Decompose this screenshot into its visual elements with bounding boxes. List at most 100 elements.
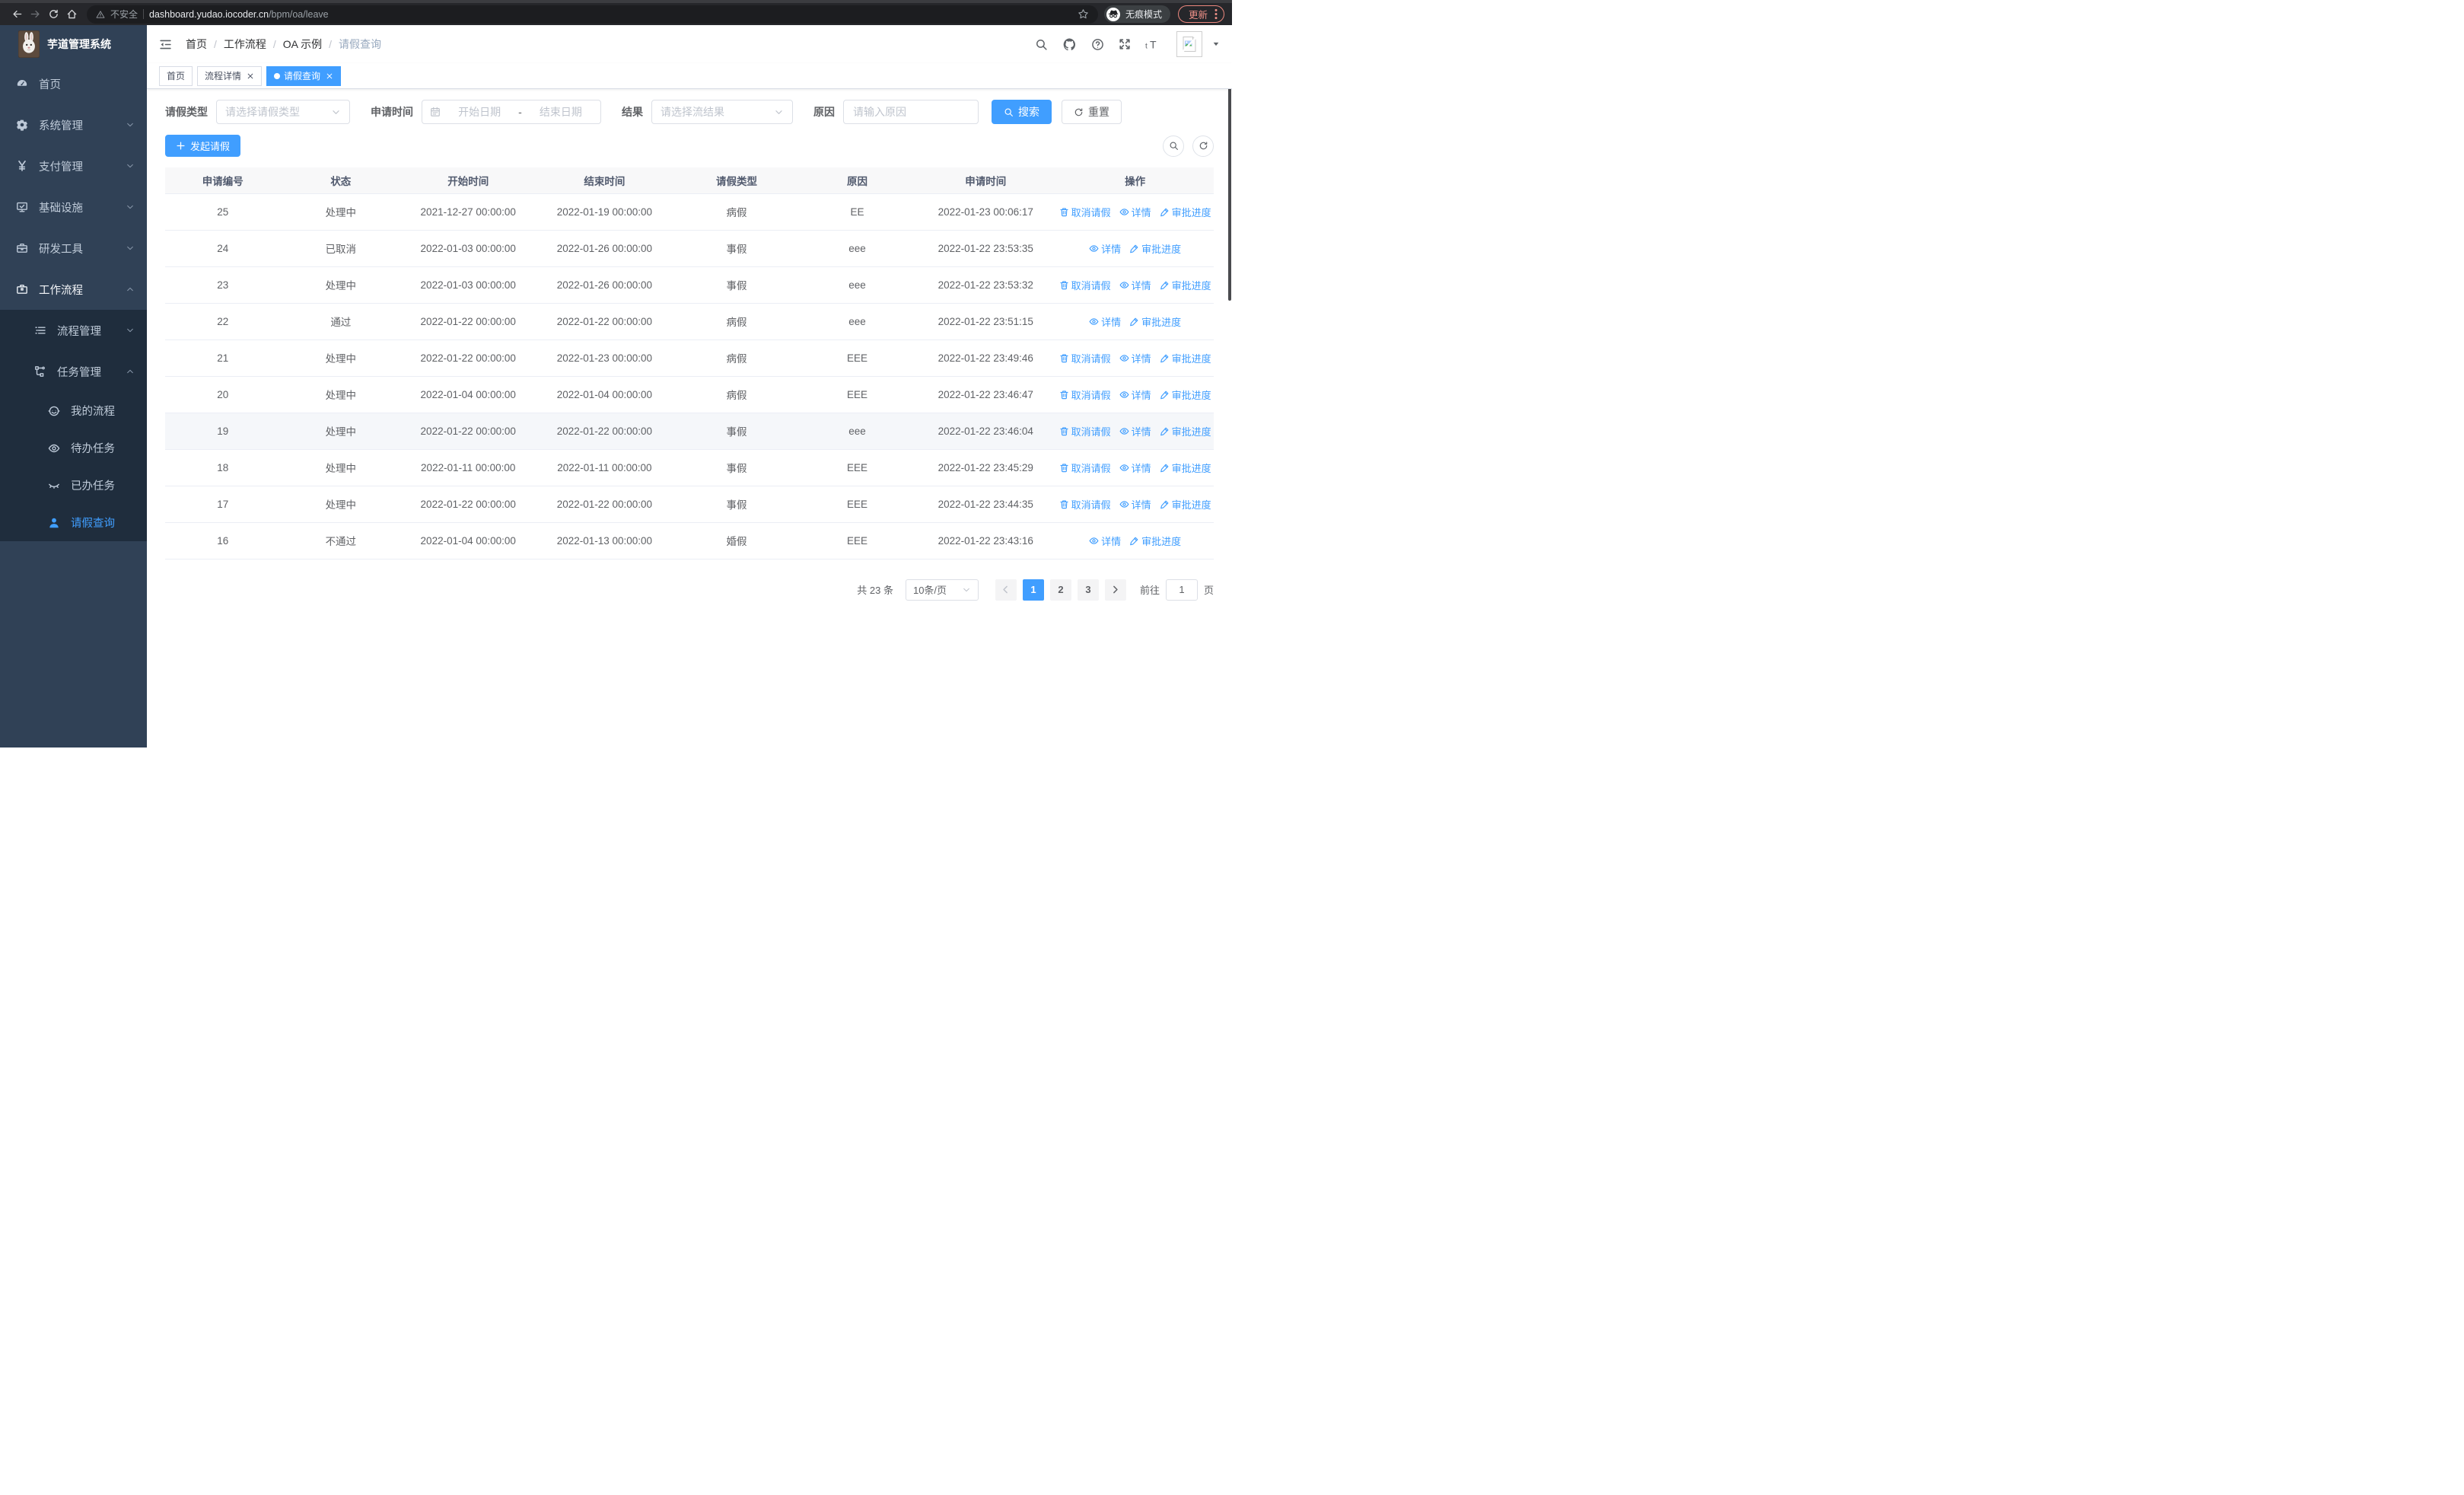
cancel-leave-link[interactable]: 取消请假 — [1059, 461, 1111, 475]
table-row: 25 处理中 2021-12-27 00:00:00 2022-01-19 00:00… — [165, 193, 1214, 231]
detail-link[interactable]: 详情 — [1119, 278, 1151, 292]
goto-suffix: 页 — [1203, 585, 1214, 596]
sidebar-item-流程管理[interactable]: 流程管理 — [0, 310, 147, 351]
toolbox-icon — [15, 242, 29, 254]
detail-link[interactable]: 详情 — [1119, 387, 1151, 402]
result-select[interactable]: 请选择流结果 — [651, 100, 793, 124]
bookmark-star-icon[interactable] — [1078, 8, 1089, 20]
approval-progress-link[interactable]: 审批进度 — [1129, 534, 1181, 548]
sidebar-collapse-icon[interactable] — [159, 38, 172, 51]
browser-menu-icon[interactable] — [1214, 8, 1218, 20]
breadcrumb-item[interactable]: 首页 — [186, 37, 207, 52]
sidebar-item-工作流程[interactable]: 工作流程 — [0, 269, 147, 310]
page-button-1[interactable]: 1 — [1022, 579, 1044, 601]
table-cell: 2022-01-22 23:49:46 — [915, 339, 1057, 377]
cancel-leave-link[interactable]: 取消请假 — [1059, 424, 1111, 438]
forward-button[interactable] — [26, 5, 44, 24]
scrollbar[interactable] — [1228, 72, 1231, 301]
sidebar-item-首页[interactable]: 首页 — [0, 63, 147, 104]
sidebar-item-系统管理[interactable]: 系统管理 — [0, 104, 147, 145]
tabs-bar: 首页 流程详情 请假查询 — [147, 63, 1232, 89]
reset-button[interactable]: 重置 — [1062, 100, 1122, 124]
action-label: 审批进度 — [1171, 389, 1211, 401]
fullscreen-icon[interactable] — [1119, 38, 1131, 50]
table-cell: 2022-01-26 00:00:00 — [535, 266, 674, 304]
leave-type-select[interactable]: 请选择请假类型 — [216, 100, 350, 124]
approval-progress-link[interactable]: 审批进度 — [1160, 205, 1211, 219]
avatar[interactable] — [1176, 31, 1202, 57]
close-tab-icon[interactable] — [247, 72, 254, 80]
cancel-leave-link[interactable]: 取消请假 — [1059, 278, 1111, 292]
help-icon[interactable] — [1091, 38, 1104, 51]
pen-icon — [1160, 499, 1170, 509]
sidebar-item-支付管理[interactable]: 支付管理 — [0, 145, 147, 186]
reason-input[interactable] — [843, 100, 979, 124]
action-label: 审批进度 — [1141, 535, 1182, 547]
create-leave-button[interactable]: 发起请假 — [165, 135, 241, 157]
detail-link[interactable]: 详情 — [1119, 497, 1151, 512]
trash-icon — [1059, 463, 1069, 473]
security-warning-icon — [96, 10, 105, 19]
table-cell: eee — [799, 303, 915, 340]
prev-page-button[interactable] — [995, 579, 1017, 601]
action-label: 审批进度 — [1171, 426, 1211, 438]
search-icon[interactable] — [1035, 38, 1048, 51]
update-button[interactable]: 更新 — [1177, 5, 1224, 23]
search-button[interactable]: 搜索 — [992, 100, 1052, 124]
approval-progress-link[interactable]: 审批进度 — [1129, 241, 1181, 256]
page-size-select[interactable]: 10条/页 — [905, 579, 979, 601]
sidebar-item-请假查询[interactable]: 请假查询 — [0, 504, 147, 541]
row-actions: 取消请假 详情 审批进度 — [1056, 413, 1214, 450]
goto-page-input[interactable] — [1165, 579, 1198, 601]
page-button-2[interactable]: 2 — [1049, 579, 1071, 601]
home-button[interactable] — [62, 5, 81, 24]
sidebar-item-待办任务[interactable]: 待办任务 — [0, 429, 147, 467]
cancel-leave-link[interactable]: 取消请假 — [1059, 497, 1111, 512]
tab-请假查询[interactable]: 请假查询 — [266, 65, 342, 86]
sidebar-item-已办任务[interactable]: 已办任务 — [0, 467, 147, 504]
back-button[interactable] — [8, 5, 26, 24]
detail-link[interactable]: 详情 — [1089, 241, 1121, 256]
detail-link[interactable]: 详情 — [1119, 461, 1151, 475]
tab-label: 流程详情 — [205, 71, 242, 81]
sidebar-item-我的流程[interactable]: 我的流程 — [0, 392, 147, 429]
detail-link[interactable]: 详情 — [1119, 351, 1151, 365]
approval-progress-link[interactable]: 审批进度 — [1160, 278, 1211, 292]
sidebar-item-研发工具[interactable]: 研发工具 — [0, 228, 147, 269]
page-button-3[interactable]: 3 — [1077, 579, 1099, 601]
show-search-button[interactable] — [1163, 135, 1184, 157]
breadcrumb-item[interactable]: OA 示例 — [283, 37, 322, 52]
font-size-icon[interactable]: tT — [1145, 38, 1162, 51]
cancel-leave-link[interactable]: 取消请假 — [1059, 387, 1111, 402]
approval-progress-link[interactable]: 审批进度 — [1160, 424, 1211, 438]
detail-link[interactable]: 详情 — [1119, 424, 1151, 438]
approval-progress-link[interactable]: 审批进度 — [1160, 461, 1211, 475]
approval-progress-link[interactable]: 审批进度 — [1129, 314, 1181, 329]
action-label: 取消请假 — [1071, 426, 1111, 438]
cancel-leave-link[interactable]: 取消请假 — [1059, 351, 1111, 365]
github-icon[interactable] — [1062, 37, 1077, 52]
sidebar-item-label: 研发工具 — [39, 243, 83, 256]
action-label: 详情 — [1101, 243, 1122, 255]
table-cell: EEE — [799, 449, 915, 486]
tab-首页[interactable]: 首页 — [159, 65, 193, 86]
approval-progress-link[interactable]: 审批进度 — [1160, 351, 1211, 365]
avatar-caret-icon[interactable] — [1212, 40, 1220, 48]
detail-link[interactable]: 详情 — [1089, 534, 1121, 548]
reload-button[interactable] — [44, 5, 62, 24]
tab-流程详情[interactable]: 流程详情 — [197, 65, 263, 86]
apply-time-range-picker[interactable]: 开始日期 - 结束日期 — [422, 100, 601, 124]
breadcrumb-item[interactable]: 工作流程 — [224, 37, 266, 52]
cancel-leave-link[interactable]: 取消请假 — [1059, 205, 1111, 219]
approval-progress-link[interactable]: 审批进度 — [1160, 497, 1211, 512]
sidebar-item-基础设施[interactable]: 基础设施 — [0, 186, 147, 228]
close-tab-icon[interactable] — [326, 72, 333, 80]
next-page-button[interactable] — [1104, 579, 1126, 601]
sidebar-item-任务管理[interactable]: 任务管理 — [0, 351, 147, 392]
approval-progress-link[interactable]: 审批进度 — [1160, 387, 1211, 402]
detail-link[interactable]: 详情 — [1119, 205, 1151, 219]
action-label: 详情 — [1131, 426, 1151, 438]
detail-link[interactable]: 详情 — [1089, 314, 1121, 329]
refresh-table-button[interactable] — [1192, 135, 1214, 157]
address-bar[interactable]: 不安全 dashboard.yudao.iocoder.cn/bpm/oa/le… — [87, 5, 1098, 24]
